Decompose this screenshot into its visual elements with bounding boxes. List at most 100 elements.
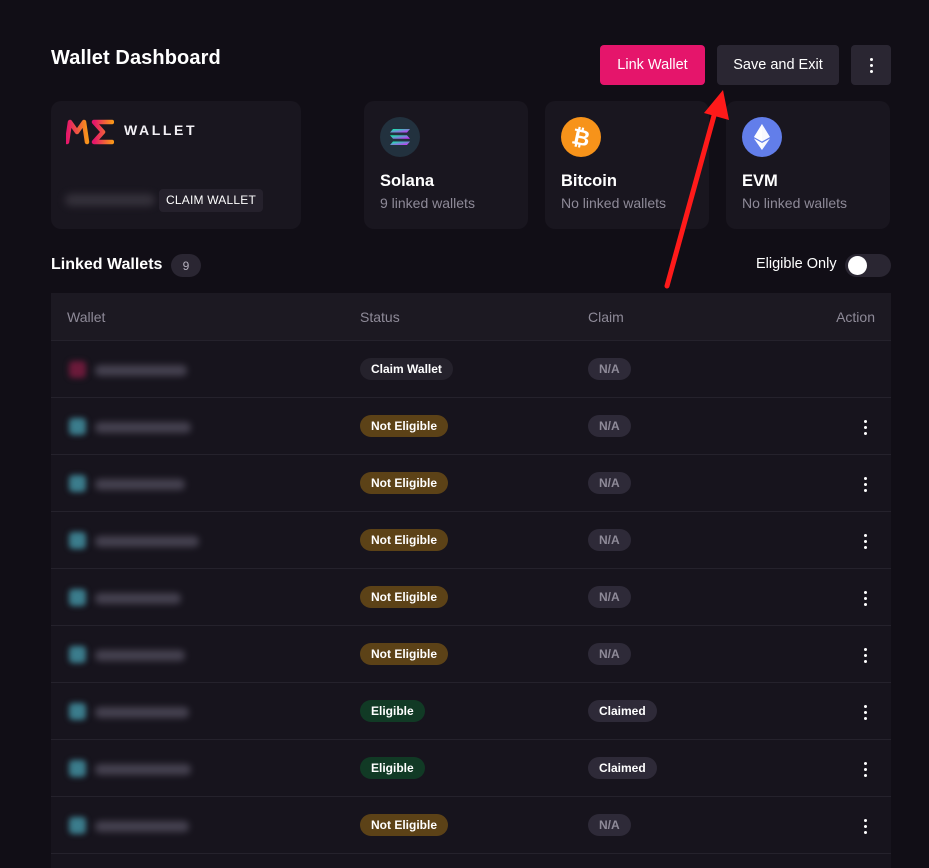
blurred-wallet-address: [95, 821, 189, 832]
wallet-avatar-icon: [69, 589, 86, 606]
wallet-cell: [67, 758, 227, 780]
table-row: Not Eligible N/A: [51, 569, 891, 626]
row-action-button[interactable]: [859, 760, 871, 778]
blurred-wallet-address: [95, 650, 185, 661]
wallet-cell: [67, 644, 227, 666]
kebab-icon: [863, 476, 867, 492]
linked-wallets-title: Linked Wallets: [51, 256, 163, 273]
more-options-button[interactable]: [851, 45, 891, 85]
claim-badge: N/A: [588, 643, 631, 665]
claim-badge: Claimed: [588, 757, 657, 779]
chain-name: Solana: [380, 172, 435, 190]
table-row: Not Eligible N/A: [51, 398, 891, 455]
row-action-button[interactable]: [859, 646, 871, 664]
status-badge: Not Eligible: [360, 643, 448, 665]
blurred-wallet-address: [95, 764, 191, 775]
blurred-wallet-address: [95, 536, 199, 547]
column-header-status: Status: [360, 309, 400, 325]
kebab-icon: [869, 57, 873, 73]
kebab-icon: [863, 761, 867, 777]
wallet-cell: [67, 815, 227, 837]
status-badge: Eligible: [360, 757, 425, 779]
chain-name: EVM: [742, 172, 778, 190]
wallet-avatar-icon: [69, 817, 86, 834]
kebab-icon: [863, 419, 867, 435]
column-header-claim: Claim: [588, 309, 624, 325]
wallet-cell: [67, 701, 227, 723]
table-row: Eligible Claimed: [51, 740, 891, 797]
row-action-button[interactable]: [859, 475, 871, 493]
table-row: Not Eligible N/A: [51, 512, 891, 569]
wallet-avatar-icon: [69, 418, 86, 435]
wallet-avatar-icon: [69, 760, 86, 777]
me-wallet-card: WALLET CLAIM WALLET: [51, 101, 301, 229]
status-badge: Not Eligible: [360, 415, 448, 437]
claim-badge: N/A: [588, 586, 631, 608]
magic-eden-logo-icon: [66, 119, 114, 145]
wallet-avatar-icon: [69, 361, 86, 378]
wallet-avatar-icon: [69, 532, 86, 549]
blurred-wallet-address: [95, 707, 189, 718]
eligible-only-label: Eligible Only: [756, 256, 837, 272]
claim-badge: N/A: [588, 472, 631, 494]
claim-badge: N/A: [588, 814, 631, 836]
blurred-wallet-address: [95, 422, 191, 433]
status-badge: Not Eligible: [360, 529, 448, 551]
row-action-button[interactable]: [859, 589, 871, 607]
table-body: Claim Wallet N/A Not Eligible N/A Not Eligib…: [51, 341, 891, 854]
claim-badge: N/A: [588, 415, 631, 437]
link-wallet-button[interactable]: Link Wallet: [600, 45, 705, 85]
blurred-wallet-address: [95, 479, 185, 490]
blurred-wallet-address: [95, 365, 187, 376]
claim-badge: N/A: [588, 529, 631, 551]
wallet-avatar-icon: [69, 703, 86, 720]
wallet-avatar-icon: [69, 646, 86, 663]
kebab-icon: [863, 590, 867, 606]
chain-linked-count: No linked wallets: [742, 195, 848, 211]
table-row: Not Eligible N/A: [51, 626, 891, 683]
status-badge: Not Eligible: [360, 814, 448, 836]
blurred-wallet-address: [65, 194, 155, 206]
kebab-icon: [863, 647, 867, 663]
chain-card-bitcoin[interactable]: ₿ Bitcoin No linked wallets: [545, 101, 709, 229]
page-title: Wallet Dashboard: [51, 47, 221, 69]
wallet-cell: [67, 473, 227, 495]
status-badge: Not Eligible: [360, 472, 448, 494]
chain-name: Bitcoin: [561, 172, 617, 190]
chain-card-evm[interactable]: EVM No linked wallets: [726, 101, 890, 229]
blurred-wallet-address: [95, 593, 181, 604]
toggle-knob: [848, 256, 867, 275]
wallet-cell: [67, 530, 227, 552]
column-header-wallet: Wallet: [67, 309, 106, 325]
me-wordmark: WALLET: [124, 122, 198, 138]
bitcoin-icon: ₿: [561, 117, 601, 157]
wallet-cell: [67, 359, 227, 381]
chain-card-solana[interactable]: Solana 9 linked wallets: [364, 101, 528, 229]
wallet-cell: [67, 416, 227, 438]
table-header: Wallet Status Claim Action: [51, 293, 891, 341]
table-row: Eligible Claimed: [51, 683, 891, 740]
wallet-avatar-icon: [69, 475, 86, 492]
table-row: Not Eligible N/A: [51, 455, 891, 512]
status-badge: Eligible: [360, 700, 425, 722]
row-action-button[interactable]: [859, 418, 871, 436]
row-action-button[interactable]: [859, 532, 871, 550]
solana-icon: [380, 117, 420, 157]
ethereum-icon: [742, 117, 782, 157]
svg-text:₿: ₿: [570, 124, 592, 150]
save-and-exit-button[interactable]: Save and Exit: [717, 45, 839, 85]
wallet-cell: [67, 587, 227, 609]
claim-badge: N/A: [588, 358, 631, 380]
kebab-icon: [863, 533, 867, 549]
table-row: Claim Wallet N/A: [51, 341, 891, 398]
row-action-button[interactable]: [859, 703, 871, 721]
column-header-action: Action: [836, 309, 875, 325]
eligible-only-toggle[interactable]: [845, 254, 891, 277]
chain-linked-count: 9 linked wallets: [380, 195, 475, 211]
status-badge: Claim Wallet: [360, 358, 453, 380]
row-action-button[interactable]: [859, 817, 871, 835]
linked-wallets-count-badge: 9: [171, 254, 201, 277]
status-badge: Not Eligible: [360, 586, 448, 608]
kebab-icon: [863, 818, 867, 834]
wallet-dashboard-page: Wallet Dashboard Link Wallet Save and Ex…: [0, 0, 929, 868]
